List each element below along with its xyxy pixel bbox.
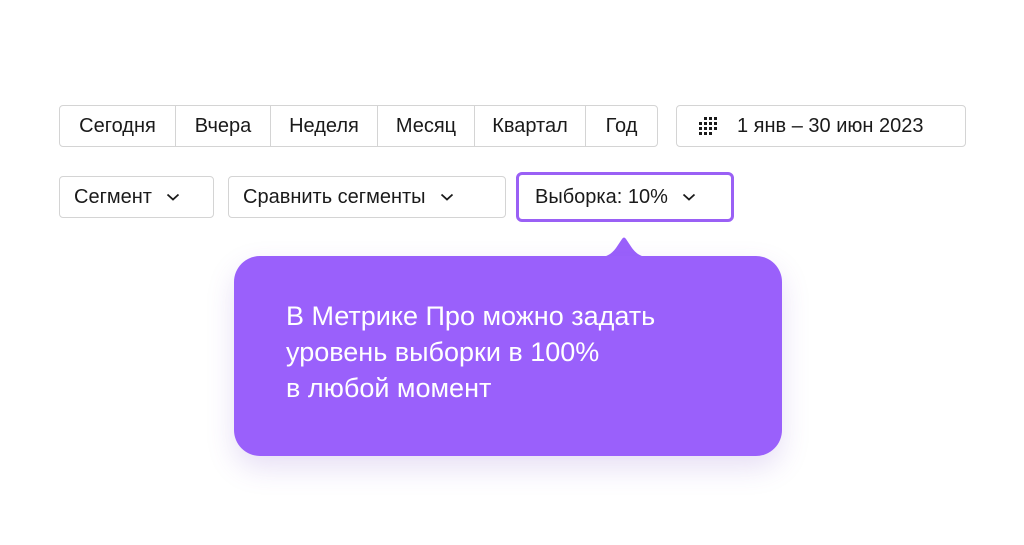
sampling-dropdown[interactable]: Выборка: 10% <box>516 172 734 222</box>
period-month-button[interactable]: Месяц <box>378 106 475 146</box>
segment-dropdown[interactable]: Сегмент <box>59 176 214 218</box>
chevron-down-icon <box>166 193 180 201</box>
tooltip-arrow <box>592 237 656 258</box>
calendar-icon <box>699 117 717 135</box>
period-week-button[interactable]: Неделя <box>271 106 378 146</box>
period-today-button[interactable]: Сегодня <box>60 106 176 146</box>
chevron-down-icon <box>682 193 695 201</box>
period-year-button[interactable]: Год <box>586 106 657 146</box>
compare-segments-label: Сравнить сегменты <box>243 185 426 208</box>
compare-segments-dropdown[interactable]: Сравнить сегменты <box>228 176 506 218</box>
page: Сегодня Вчера Неделя Месяц Квартал Год 1… <box>0 0 1024 545</box>
sampling-tooltip: В Метрике Про можно задать уровень выбор… <box>234 256 782 456</box>
period-yesterday-button[interactable]: Вчера <box>176 106 271 146</box>
chevron-down-icon <box>440 193 453 201</box>
tooltip-line: уровень выборки в 100% <box>286 337 600 367</box>
tooltip-line: В Метрике Про можно задать <box>286 301 656 331</box>
sampling-dropdown-label: Выборка: 10% <box>535 185 668 208</box>
tooltip-line: в любой момент <box>286 373 492 403</box>
date-range-label: 1 янв – 30 июн 2023 <box>737 114 924 137</box>
period-selector: Сегодня Вчера Неделя Месяц Квартал Год <box>59 105 658 147</box>
period-quarter-button[interactable]: Квартал <box>475 106 586 146</box>
date-range-button[interactable]: 1 янв – 30 июн 2023 <box>676 105 966 147</box>
segment-dropdown-label: Сегмент <box>74 185 152 208</box>
